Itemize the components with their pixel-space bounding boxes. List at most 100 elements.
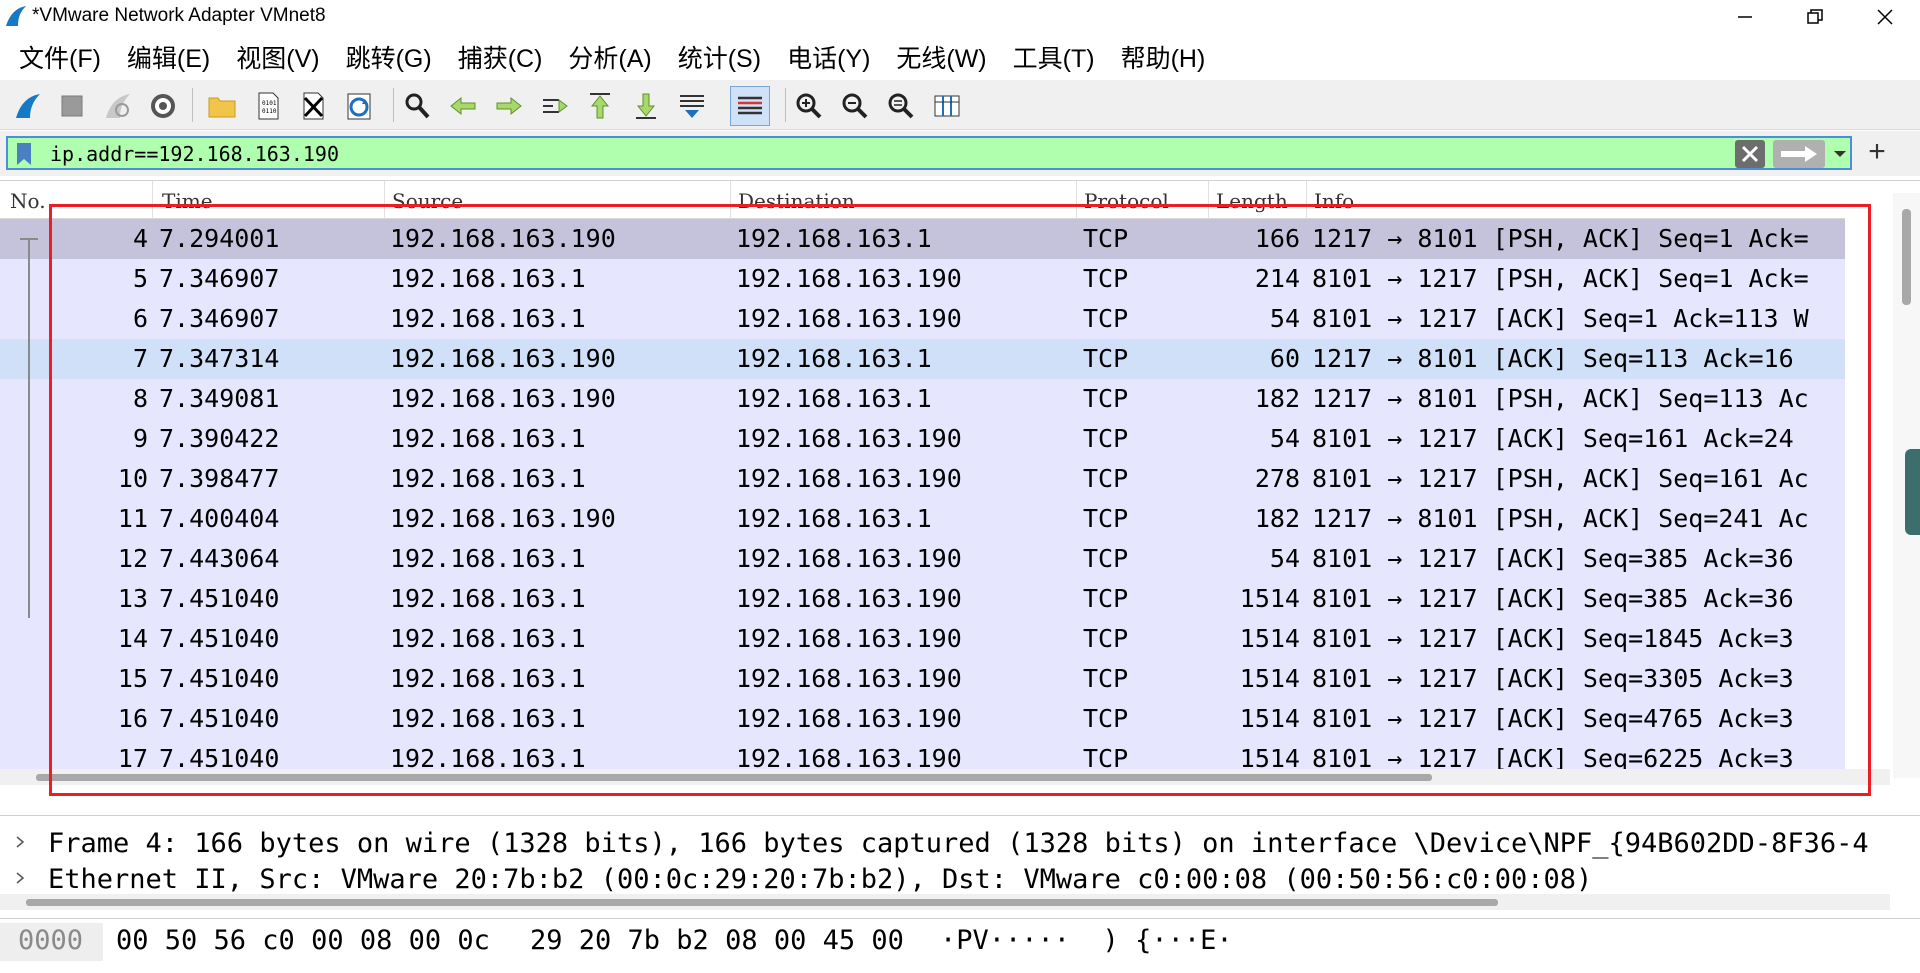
packet-row[interactable]: 6 7.346907 192.168.163.1 192.168.163.190… — [0, 299, 1845, 339]
menu-file[interactable]: 文件(F) — [6, 39, 114, 75]
menu-statistics[interactable]: 统计(S) — [665, 39, 774, 75]
column-divider — [384, 181, 385, 219]
display-filter-bar: ip.addr==192.168.163.190 + — [0, 131, 1920, 176]
packet-destination: 192.168.163.1 — [736, 384, 932, 413]
scrollbar-thumb[interactable] — [36, 774, 1432, 781]
start-capture-button[interactable] — [8, 86, 48, 126]
menu-capture[interactable]: 捕获(C) — [445, 39, 556, 75]
packet-destination: 192.168.163.1 — [736, 224, 932, 253]
packet-minimap[interactable] — [1905, 449, 1920, 535]
normal-size-button[interactable] — [881, 86, 921, 126]
clear-filter-button[interactable] — [1735, 140, 1765, 168]
apply-filter-button[interactable] — [1773, 140, 1825, 168]
column-header-source[interactable]: Source — [392, 189, 463, 213]
detail-tree-item-frame[interactable]: Frame 4: 166 bytes on wire (1328 bits), … — [0, 826, 1890, 862]
file-info-button[interactable]: 0101 0110 — [248, 86, 288, 126]
resize-columns-button[interactable] — [927, 86, 967, 126]
packet-row[interactable]: 12 7.443064 192.168.163.1 192.168.163.19… — [0, 539, 1845, 579]
packet-row[interactable]: 7 7.347314 192.168.163.190 192.168.163.1… — [0, 339, 1845, 379]
chevron-right-icon[interactable] — [14, 834, 26, 850]
column-header-time[interactable]: Time — [162, 189, 213, 213]
packet-protocol: TCP — [1083, 544, 1129, 573]
find-packet-button[interactable] — [397, 86, 437, 126]
bookmark-icon[interactable] — [14, 141, 34, 167]
packet-row[interactable]: 15 7.451040 192.168.163.1 192.168.163.19… — [0, 659, 1845, 699]
zoom-in-button[interactable] — [789, 86, 829, 126]
first-packet-button[interactable] — [580, 86, 620, 126]
packet-info: 1217 → 8101 [PSH, ACK] Seq=1 Ack= — [1312, 224, 1809, 253]
find-packet-icon — [405, 93, 430, 119]
autoscroll-icon — [680, 95, 704, 118]
bytes-offset: 0000 — [0, 923, 103, 961]
first-packet-icon — [590, 93, 610, 119]
packet-row[interactable]: 11 7.400404 192.168.163.190 192.168.163.… — [0, 499, 1845, 539]
title-bar: *VMware Network Adapter VMnet8 — [0, 0, 1920, 34]
packet-row[interactable]: 14 7.451040 192.168.163.1 192.168.163.19… — [0, 619, 1845, 659]
menu-view[interactable]: 视图(V) — [223, 39, 332, 75]
autoscroll-button[interactable] — [672, 86, 712, 126]
zoom-out-button[interactable] — [835, 86, 875, 126]
packet-protocol: TCP — [1083, 344, 1129, 373]
column-header-destination[interactable]: Destination — [738, 189, 855, 213]
menu-wireless[interactable]: 无线(W) — [883, 39, 999, 75]
packet-source: 192.168.163.1 — [390, 664, 586, 693]
packet-protocol: TCP — [1083, 224, 1129, 253]
packet-row[interactable]: 16 7.451040 192.168.163.1 192.168.163.19… — [0, 699, 1845, 739]
minimize-icon — [1738, 16, 1752, 18]
go-forward-button[interactable] — [489, 86, 529, 126]
packet-row[interactable]: 9 7.390422 192.168.163.1 192.168.163.190… — [0, 419, 1845, 459]
packet-list-horizontal-scrollbar[interactable] — [0, 769, 1890, 785]
bytes-hex-group-2[interactable]: 29 20 7b b2 08 00 45 00 — [530, 925, 904, 956]
minimize-button[interactable] — [1710, 0, 1780, 34]
packet-source: 192.168.163.1 — [390, 744, 586, 769]
reload-file-button[interactable] — [339, 86, 379, 126]
menu-edit[interactable]: 编辑(E) — [114, 39, 223, 75]
menu-telephony[interactable]: 电话(Y) — [774, 39, 883, 75]
go-back-button[interactable] — [443, 86, 483, 126]
go-to-packet-icon — [543, 99, 568, 113]
chevron-right-icon[interactable] — [14, 870, 26, 886]
details-horizontal-scrollbar[interactable] — [0, 894, 1890, 910]
go-to-packet-button[interactable] — [535, 86, 575, 126]
column-header-protocol[interactable]: Protocol — [1084, 189, 1169, 213]
packet-source: 192.168.163.1 — [390, 264, 586, 293]
column-header-info[interactable]: Info — [1314, 189, 1354, 213]
column-header-length[interactable]: Length — [1216, 189, 1288, 213]
packet-length: 1514 — [1239, 704, 1300, 733]
restart-capture-button[interactable] — [98, 86, 138, 126]
toolbar-separator — [393, 88, 394, 122]
display-filter-input[interactable]: ip.addr==192.168.163.190 — [6, 136, 1852, 170]
close-window-button[interactable] — [1850, 0, 1920, 34]
bytes-ascii[interactable]: ·PV····· ) {···E· — [940, 925, 1233, 956]
restore-button[interactable] — [1780, 0, 1850, 34]
open-file-button[interactable] — [202, 86, 242, 126]
column-header-no[interactable]: No. — [10, 189, 46, 213]
close-file-button[interactable] — [293, 86, 333, 126]
packet-row[interactable]: 4 7.294001 192.168.163.190 192.168.163.1… — [0, 219, 1845, 259]
last-packet-button[interactable] — [626, 86, 666, 126]
menu-help[interactable]: 帮助(H) — [1108, 39, 1219, 75]
packet-row[interactable]: 17 7.451040 192.168.163.1 192.168.163.19… — [0, 739, 1845, 769]
menu-analyze[interactable]: 分析(A) — [555, 39, 664, 75]
bytes-hex-group-1[interactable]: 00 50 56 c0 00 08 00 0c — [116, 925, 490, 956]
add-filter-button[interactable]: + — [1862, 137, 1892, 169]
scrollbar-thumb[interactable] — [26, 899, 1498, 906]
stop-capture-button[interactable] — [52, 86, 92, 126]
packet-row[interactable]: 8 7.349081 192.168.163.190 192.168.163.1… — [0, 379, 1845, 419]
menu-go[interactable]: 跳转(G) — [333, 39, 445, 75]
packet-row[interactable]: 13 7.451040 192.168.163.1 192.168.163.19… — [0, 579, 1845, 619]
packet-row[interactable]: 5 7.346907 192.168.163.1 192.168.163.190… — [0, 259, 1845, 299]
capture-options-button[interactable] — [143, 86, 183, 126]
column-divider — [1076, 181, 1077, 219]
menu-tools[interactable]: 工具(T) — [1000, 39, 1108, 75]
detail-tree-item-ethernet[interactable]: Ethernet II, Src: VMware_20:7b:b2 (00:0c… — [0, 862, 1890, 892]
packet-row[interactable]: 10 7.398477 192.168.163.1 192.168.163.19… — [0, 459, 1845, 499]
filter-history-dropdown[interactable] — [1831, 140, 1849, 168]
scrollbar-thumb[interactable] — [1902, 209, 1911, 305]
packet-source: 192.168.163.1 — [390, 424, 586, 453]
colorize-button[interactable] — [730, 86, 770, 126]
packet-protocol: TCP — [1083, 304, 1129, 333]
zoom-out-icon — [842, 93, 868, 119]
packet-source: 192.168.163.1 — [390, 584, 586, 613]
packet-protocol: TCP — [1083, 704, 1129, 733]
